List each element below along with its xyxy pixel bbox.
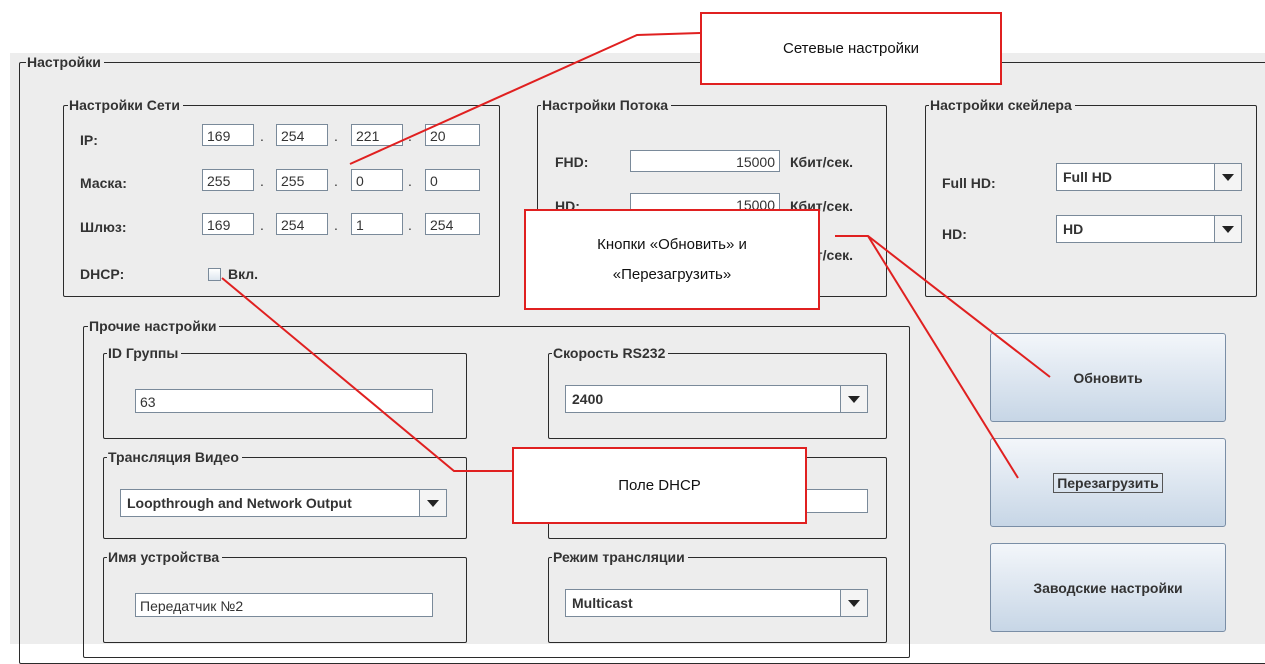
dhcp-callout-line [221, 277, 512, 472]
network-settings-callout-text: Сетевые настройки [783, 39, 919, 57]
network-callout-line [349, 32, 701, 165]
buttons-callout-line-reboot [867, 235, 1019, 479]
buttons-callout-text-line1: Кнопки «Обновить» и [597, 235, 747, 253]
dhcp-callout-text: Поле DHCP [618, 476, 701, 494]
annotation-lines [221, 32, 1051, 479]
buttons-callout: Кнопки «Обновить» и «Перезагрузить» [524, 209, 820, 310]
network-settings-callout: Сетевые настройки [700, 12, 1002, 85]
dhcp-callout: Поле DHCP [512, 447, 807, 524]
buttons-callout-text-line2: «Перезагрузить» [612, 265, 732, 283]
